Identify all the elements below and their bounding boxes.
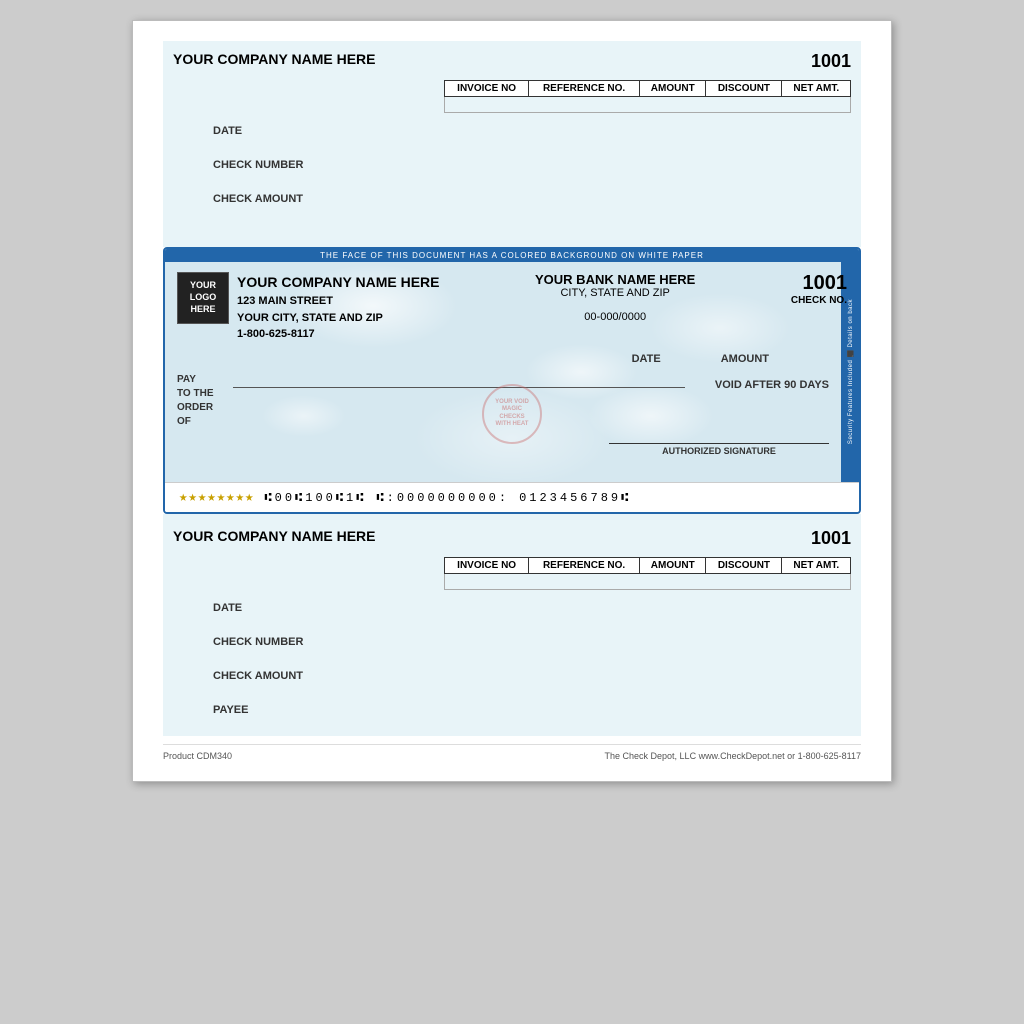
check-routing-number: 00-000/0000 (535, 311, 695, 323)
check-void-label: VOID AFTER 90 DAYS (715, 379, 829, 391)
check-pay-line (233, 387, 685, 388)
check-company-name: YOUR COMPANY NAME HERE (237, 272, 440, 293)
bottom-stub-col-amount: AMOUNT (640, 558, 706, 574)
top-stub-fields: DATE CHECK NUMBER CHECK AMOUNT (173, 125, 851, 205)
top-stub-check-number: 1001 (811, 51, 851, 72)
check-top-row: YOURLOGOHERE YOUR COMPANY NAME HERE 123 … (177, 272, 847, 343)
top-stub-check-number-label: CHECK NUMBER (213, 159, 851, 171)
bottom-stub-check-number: 1001 (811, 528, 851, 549)
top-stub: YOUR COMPANY NAME HERE 1001 INVOICE NO R… (163, 41, 861, 247)
micr-stars: ★★★★★★★★ (179, 489, 254, 506)
bottom-stub-header: YOUR COMPANY NAME HERE 1001 (173, 528, 851, 549)
bottom-stub-date-label: DATE (213, 602, 851, 614)
check-pay-to-label: PAYTO THEORDEROF (177, 373, 227, 429)
check-company-info: YOUR COMPANY NAME HERE 123 MAIN STREET Y… (237, 272, 440, 343)
check-company-address1: 123 MAIN STREET (237, 293, 440, 310)
check-section: THE FACE OF THIS DOCUMENT HAS A COLORED … (163, 247, 861, 514)
check-number-area: 1001 CHECK NO. (791, 272, 847, 306)
logo-text: YOURLOGOHERE (190, 280, 217, 315)
top-stub-col-amount: AMOUNT (640, 81, 706, 97)
check-bottom-row: AUTHORIZED SIGNATURE (177, 443, 847, 456)
top-stub-col-netamt: NET AMT. (782, 81, 851, 97)
check-watermark: YOUR VOIDMAGICCHECKSWITH HEAT (482, 384, 542, 444)
check-company-address2: YOUR CITY, STATE AND ZIP (237, 310, 440, 327)
check-logo-area: YOURLOGOHERE YOUR COMPANY NAME HERE 123 … (177, 272, 440, 343)
bottom-stub-col-discount: DISCOUNT (706, 558, 782, 574)
check-number-display: 1001 (791, 272, 847, 295)
check-bank-address: CITY, STATE AND ZIP (535, 287, 695, 299)
check-company-phone: 1-800-625-8117 (237, 326, 440, 343)
check-content: YOURLOGOHERE YOUR COMPANY NAME HERE 123 … (165, 262, 859, 464)
check-logo-box: YOURLOGOHERE (177, 272, 229, 324)
check-bank-name: YOUR BANK NAME HERE (535, 272, 695, 287)
bottom-stub-fields: DATE CHECK NUMBER CHECK AMOUNT PAYEE (173, 602, 851, 716)
micr-routing: ⑆00⑆100⑆1⑆ (264, 491, 366, 505)
top-stub-col-invoice: INVOICE NO (445, 81, 529, 97)
top-stub-header: YOUR COMPANY NAME HERE 1001 (173, 51, 851, 72)
micr-check: 0123456789⑆ (519, 491, 631, 505)
top-stub-date-label: DATE (213, 125, 851, 137)
check-no-label: CHECK NO. (791, 295, 847, 306)
bottom-stub-col-invoice: INVOICE NO (445, 558, 529, 574)
bottom-stub-table: INVOICE NO REFERENCE NO. AMOUNT DISCOUNT… (444, 557, 851, 590)
check-mid-row: DATE AMOUNT (177, 353, 847, 365)
top-stub-col-reference: REFERENCE NO. (529, 81, 640, 97)
footer-product-code: Product CDM340 (163, 751, 232, 761)
bottom-stub-payee-label: PAYEE (213, 704, 851, 716)
check-security-banner: THE FACE OF THIS DOCUMENT HAS A COLORED … (165, 249, 859, 262)
check-bank-info: YOUR BANK NAME HERE CITY, STATE AND ZIP … (535, 272, 695, 323)
top-stub-company-name: YOUR COMPANY NAME HERE (173, 51, 376, 67)
top-stub-check-amount-label: CHECK AMOUNT (213, 193, 851, 205)
micr-line: ★★★★★★★★ ⑆00⑆100⑆1⑆ ⑆:0000000000: 012345… (165, 482, 859, 512)
bottom-stub-col-netamt: NET AMT. (782, 558, 851, 574)
bottom-stub-check-amount-label: CHECK AMOUNT (213, 670, 851, 682)
bottom-stub-col-reference: REFERENCE NO. (529, 558, 640, 574)
footer-company-info: The Check Depot, LLC www.CheckDepot.net … (605, 751, 861, 761)
check-date-label: DATE (632, 353, 661, 365)
check-amount-label: AMOUNT (721, 353, 769, 365)
check-body: YOURLOGOHERE YOUR COMPANY NAME HERE 123 … (165, 262, 859, 482)
top-stub-col-discount: DISCOUNT (706, 81, 782, 97)
bottom-stub-company-name: YOUR COMPANY NAME HERE (173, 528, 376, 544)
check-signature-line: AUTHORIZED SIGNATURE (609, 443, 829, 456)
micr-account: ⑆:0000000000: (376, 491, 509, 505)
page-footer: Product CDM340 The Check Depot, LLC www.… (163, 744, 861, 761)
check-signature-label: AUTHORIZED SIGNATURE (609, 446, 829, 456)
document-page: YOUR COMPANY NAME HERE 1001 INVOICE NO R… (132, 20, 892, 782)
top-stub-table: INVOICE NO REFERENCE NO. AMOUNT DISCOUNT… (444, 80, 851, 113)
bottom-stub-check-number-label: CHECK NUMBER (213, 636, 851, 648)
watermark-text: YOUR VOIDMAGICCHECKSWITH HEAT (495, 399, 529, 428)
bottom-stub: YOUR COMPANY NAME HERE 1001 INVOICE NO R… (163, 514, 861, 736)
